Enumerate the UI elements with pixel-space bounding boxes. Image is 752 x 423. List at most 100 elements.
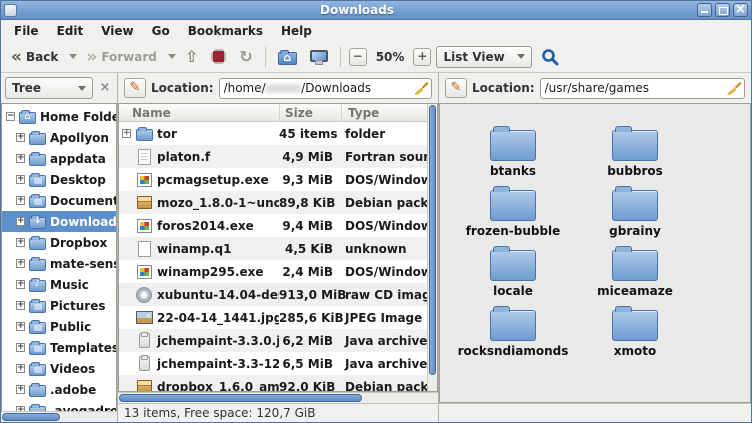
folder-item[interactable]: locale	[452, 238, 574, 298]
edit-location-button[interactable]: ✎	[445, 78, 467, 98]
menu-item[interactable]: View	[92, 22, 142, 40]
file-row[interactable]: platon.f 4,9 MiB Fortran source co	[119, 145, 437, 168]
sidebar-tree-item[interactable]: Apollyon	[2, 127, 116, 148]
file-row[interactable]: winamp295.exe 2,4 MiB DOS/Windows ex	[119, 260, 437, 283]
tree-expander-icon[interactable]	[16, 175, 25, 184]
sidebar-tree-item[interactable]: Dropbox	[2, 232, 116, 253]
path-suffix: /Downloads	[301, 81, 371, 95]
folder-item[interactable]: bubbros	[574, 118, 696, 178]
tree-expander-icon[interactable]	[16, 217, 25, 226]
close-button[interactable]	[733, 3, 748, 17]
sidebar-tree-item[interactable]: appdata	[2, 148, 116, 169]
back-button[interactable]: « Back	[7, 47, 62, 67]
menu-item[interactable]: Edit	[48, 22, 93, 40]
folder-item[interactable]: miceamaze	[574, 238, 696, 298]
forward-button[interactable]: » Forward	[82, 47, 161, 67]
folder-icon	[612, 190, 658, 221]
tree-expander-icon[interactable]	[16, 280, 25, 289]
exe-file-icon	[137, 219, 152, 233]
back-history-chevron-icon[interactable]	[69, 54, 77, 59]
sidebar-tree-item[interactable]: Documents	[2, 190, 116, 211]
sidebar-tree-item[interactable]: mate-sensors-	[2, 253, 116, 274]
column-header-type[interactable]: Type	[341, 104, 437, 121]
left-location-input[interactable]: /home/xxxxx/Downloads	[219, 78, 432, 99]
tree-expander-icon[interactable]	[16, 133, 25, 142]
tree-expander-icon[interactable]	[16, 385, 25, 394]
sidebar-tree-item[interactable]: Downloads	[2, 211, 116, 232]
tree-expander-icon[interactable]	[16, 301, 25, 310]
computer-button[interactable]	[306, 49, 332, 65]
file-size: 4,5 KiB	[279, 242, 339, 256]
minimize-button[interactable]	[697, 3, 712, 17]
home-button[interactable]	[274, 46, 301, 68]
title-bar[interactable]: Downloads	[1, 1, 751, 20]
file-row[interactable]: mozo_1.8.0-1~unoffi... 89,8 KiB Debian p…	[119, 191, 437, 214]
folder-item[interactable]: btanks	[452, 118, 574, 178]
sidebar-tree-item[interactable]: Desktop	[2, 169, 116, 190]
stop-button[interactable]	[207, 46, 230, 67]
tree-expander-icon[interactable]	[16, 322, 25, 331]
scrollbar-thumb[interactable]	[429, 105, 436, 375]
tree-expander-icon[interactable]	[16, 196, 25, 205]
up-button[interactable]: ⇧	[181, 46, 202, 68]
file-row[interactable]: tor 45 items folder	[119, 122, 437, 145]
forward-history-chevron-icon[interactable]	[168, 54, 176, 59]
file-type: Debian package	[339, 196, 437, 210]
file-row[interactable]: winamp.q1 4,5 KiB unknown	[119, 237, 437, 260]
sidebar-tree-item[interactable]: Music	[2, 274, 116, 295]
clear-location-broom-icon[interactable]	[414, 82, 427, 95]
menu-item[interactable]: File	[5, 22, 48, 40]
file-rows: tor 45 items folder platon.f 4,9 MiB For…	[119, 122, 437, 391]
tree-expander-icon[interactable]	[16, 238, 25, 247]
scrollbar-thumb[interactable]	[2, 413, 60, 421]
sidebar-horizontal-scrollbar[interactable]	[1, 411, 117, 422]
file-list-vertical-scrollbar[interactable]	[427, 104, 437, 391]
file-row[interactable]: foros2014.exe 9,4 MiB DOS/Windows ex	[119, 214, 437, 237]
tree-expander-icon[interactable]	[16, 154, 25, 163]
sidebar-tree-item[interactable]: Videos	[2, 358, 116, 379]
column-header-size[interactable]: Size	[279, 104, 341, 121]
menu-item[interactable]: Bookmarks	[179, 22, 272, 40]
menu-item[interactable]: Go	[143, 22, 179, 40]
search-button[interactable]	[537, 45, 563, 69]
tree-expander-icon[interactable]	[16, 364, 25, 373]
tree-expander-icon[interactable]	[16, 343, 25, 352]
folder-item[interactable]: xmoto	[574, 298, 696, 358]
sidebar-tree-item[interactable]: Home Folder	[2, 106, 116, 127]
column-header-name[interactable]: Name	[119, 104, 279, 121]
file-row[interactable]: pcmagsetup.exe 9,3 MiB DOS/Windows ex	[119, 168, 437, 191]
sidebar-tree-item[interactable]: .avogadro	[2, 400, 116, 411]
file-row[interactable]: jchempaint-3.3.0.jar 6,2 MiB Java archiv…	[119, 329, 437, 352]
clear-location-broom-icon[interactable]	[727, 82, 740, 95]
sidebar-tree-item[interactable]: Templates	[2, 337, 116, 358]
file-row[interactable]: 22-04-14_1441.jpg 285,6 KiB JPEG Image	[119, 306, 437, 329]
folder-name: frozen-bubble	[466, 224, 561, 238]
file-row[interactable]: jchempaint-3.3-1210... 6,5 MiB Java arch…	[119, 352, 437, 375]
tree-expander-icon[interactable]	[6, 112, 15, 121]
sidebar-tree-item[interactable]: Pictures	[2, 295, 116, 316]
sidebar-tree-item[interactable]: Public	[2, 316, 116, 337]
tree-mode-select[interactable]: Tree	[5, 77, 93, 99]
folder-item[interactable]: gbrainy	[574, 178, 696, 238]
right-location-bar: ✎ Location: /usr/share/games	[439, 73, 751, 103]
scrollbar-thumb[interactable]	[119, 394, 362, 402]
folder-item[interactable]: frozen-bubble	[452, 178, 574, 238]
public-folder-icon	[29, 322, 46, 334]
edit-location-button[interactable]: ✎	[124, 78, 146, 98]
zoom-in-button[interactable]: +	[413, 48, 431, 66]
zoom-out-button[interactable]: −	[349, 48, 367, 66]
maximize-button[interactable]	[715, 3, 730, 17]
tree-expander-icon[interactable]	[16, 259, 25, 268]
file-row[interactable]: xubuntu-14.04-deskt... 913,0 MiB raw CD …	[119, 283, 437, 306]
right-location-input[interactable]: /usr/share/games	[540, 78, 745, 99]
close-sidebar-button[interactable]: ×	[97, 80, 113, 96]
row-expander-icon[interactable]	[122, 129, 131, 138]
sidebar-tree-item[interactable]: .adobe	[2, 379, 116, 400]
file-row[interactable]: dropbox_1.6.0_amd6... 92,0 KiB Debian pa…	[119, 375, 437, 391]
file-list-horizontal-scrollbar[interactable]	[118, 392, 438, 403]
menu-item[interactable]: Help	[272, 22, 321, 40]
view-mode-select[interactable]: List View	[436, 46, 532, 68]
file-type: DOS/Windows ex	[339, 173, 437, 187]
refresh-button[interactable]: ↻	[235, 47, 256, 67]
folder-item[interactable]: rocksndiamonds	[452, 298, 574, 358]
